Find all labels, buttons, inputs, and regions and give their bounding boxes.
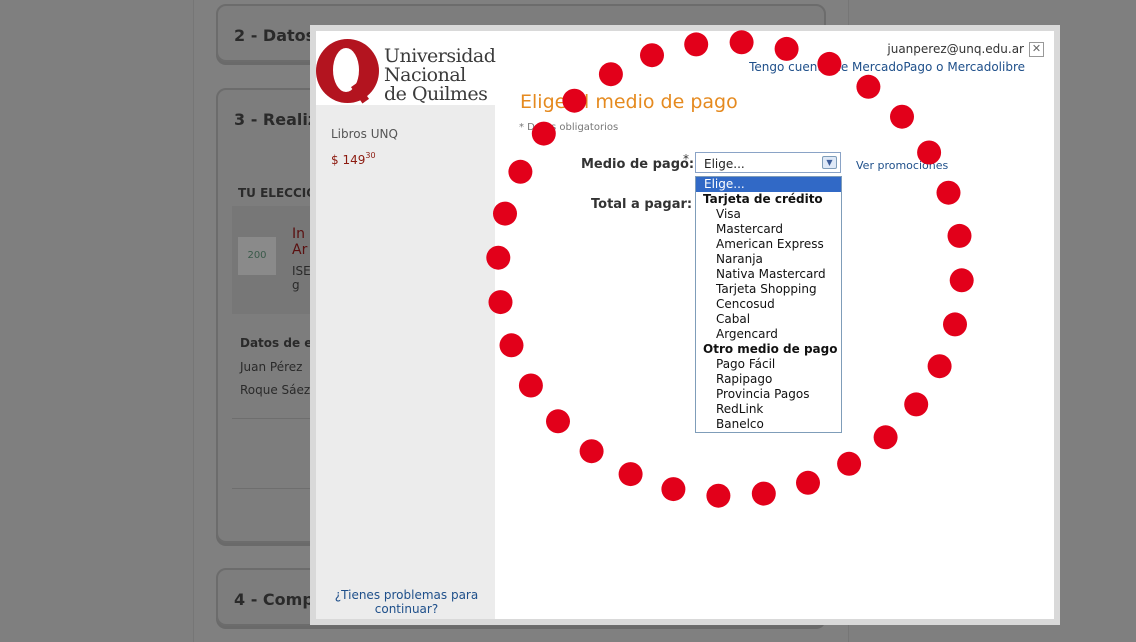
modal-sidebar: Universidad Nacional de Quilmes Libros U… bbox=[316, 31, 496, 619]
dropdown-option[interactable]: Elige... bbox=[696, 177, 841, 192]
page-title: Elige el medio de pago bbox=[520, 91, 738, 113]
dropdown-option[interactable]: RedLink bbox=[696, 402, 841, 417]
product-thumbnail: 200 bbox=[238, 237, 276, 275]
dropdown-option[interactable]: Provincia Pagos bbox=[696, 387, 841, 402]
account-link[interactable]: Tengo cuenta de MercadoPago o Mercadolib… bbox=[749, 60, 1025, 74]
product-title-line1: In bbox=[292, 226, 306, 242]
select-value: Elige... bbox=[704, 157, 745, 171]
section-3-title: 3 - Realiz bbox=[234, 110, 318, 129]
dropdown-option[interactable]: Cabal bbox=[696, 312, 841, 327]
user-email: juanperez@unq.edu.ar bbox=[887, 42, 1024, 56]
dropdown-option[interactable]: Rapipago bbox=[696, 372, 841, 387]
dropdown-option[interactable]: Argencard bbox=[696, 327, 841, 342]
unq-logo-icon bbox=[316, 39, 379, 104]
dropdown-option[interactable]: Visa bbox=[696, 207, 841, 222]
sidebar-price: $ 14930 bbox=[331, 151, 376, 167]
dropdown-option[interactable]: Nativa Mastercard bbox=[696, 267, 841, 282]
dropdown-option[interactable]: Cencosud bbox=[696, 297, 841, 312]
product-isbn: ISE bbox=[292, 264, 311, 278]
shipping-name-2: Roque Sáez F bbox=[240, 383, 321, 397]
dropdown-option[interactable]: Naranja bbox=[696, 252, 841, 267]
required-asterisk: * bbox=[683, 152, 689, 166]
dropdown-option[interactable]: Tarjeta Shopping bbox=[696, 282, 841, 297]
sidebar-product-name: Libros UNQ bbox=[331, 127, 398, 141]
close-button[interactable]: ✕ bbox=[1029, 42, 1044, 57]
dropdown-option[interactable]: Banelco bbox=[696, 417, 841, 432]
dropdown-option[interactable]: Pago Fácil bbox=[696, 357, 841, 372]
dropdown-group-label: Tarjeta de crédito bbox=[703, 192, 823, 206]
payment-modal: Universidad Nacional de Quilmes Libros U… bbox=[310, 25, 1060, 625]
payment-method-dropdown[interactable]: Elige... Tarjeta de crédito Visa Mastercard… bbox=[695, 176, 842, 433]
shipping-heading: Datos de en bbox=[240, 336, 321, 350]
product-extra: g bbox=[292, 278, 300, 292]
logo-wordmark: Universidad Nacional de Quilmes bbox=[384, 45, 496, 105]
product-title-line2: Ar bbox=[292, 242, 308, 258]
chevron-down-icon[interactable]: ▼ bbox=[822, 156, 837, 169]
section-2-title: 2 - Datos bbox=[234, 26, 316, 45]
payment-method-select[interactable]: Elige... ▼ bbox=[695, 152, 841, 173]
dropdown-group-label: Otro medio de pago bbox=[703, 342, 838, 356]
choice-heading: TU ELECCIÓ bbox=[238, 186, 317, 200]
required-note: * Datos obligatorios bbox=[519, 122, 619, 133]
dropdown-option[interactable]: American Express bbox=[696, 237, 841, 252]
section-4-title: 4 - Compr bbox=[234, 590, 322, 609]
help-link[interactable]: ¿Tienes problemas para continuar? bbox=[324, 588, 489, 616]
shipping-name-1: Juan Pérez bbox=[240, 360, 303, 374]
dropdown-option[interactable]: Mastercard bbox=[696, 222, 841, 237]
university-logo: Universidad Nacional de Quilmes bbox=[316, 31, 496, 105]
payment-method-label: Medio de pago: bbox=[581, 157, 695, 172]
promotions-link[interactable]: Ver promociones bbox=[856, 159, 948, 172]
total-label: Total a pagar: bbox=[591, 197, 693, 212]
